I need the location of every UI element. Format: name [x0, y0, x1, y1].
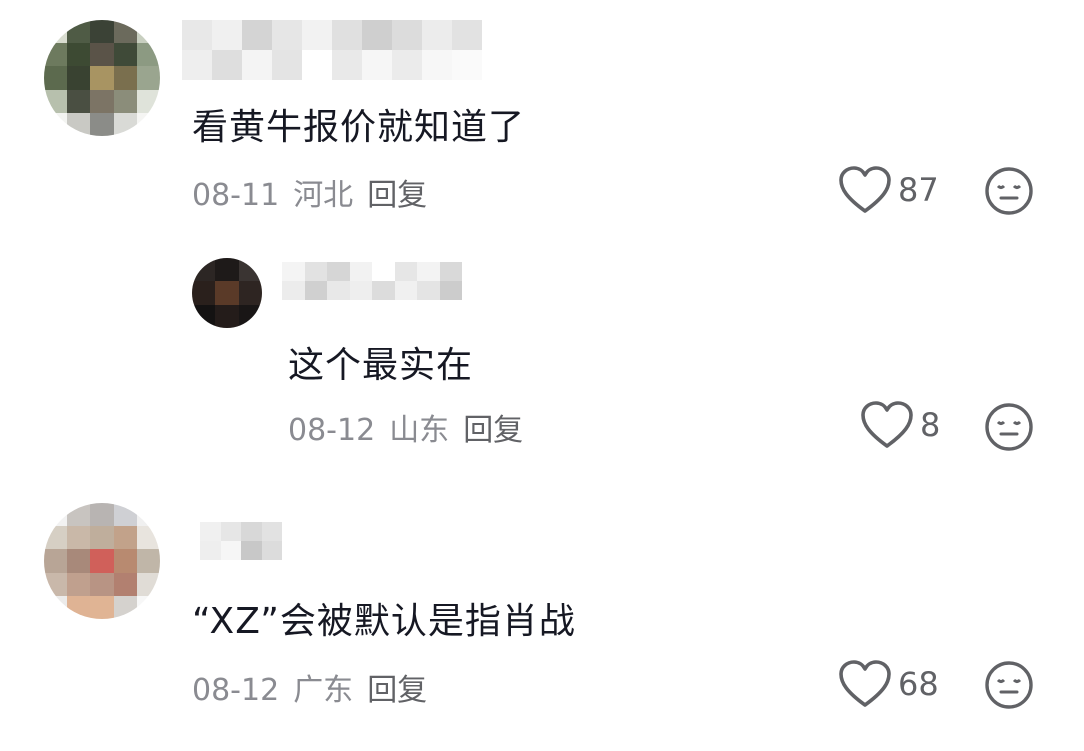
avatar-mosaic — [44, 20, 160, 136]
comment-meta: 08-12 广东 回复 — [192, 665, 427, 709]
meh-face-icon — [984, 402, 1034, 452]
like-count: 87 — [898, 171, 939, 209]
comment-text: “XZ”会被默认是指肖战 — [192, 601, 576, 642]
comment-text: 这个最实在 — [288, 345, 474, 386]
avatar-mosaic — [44, 503, 160, 619]
heart-outline-icon — [838, 659, 892, 709]
reply-button[interactable]: 回复 — [463, 413, 523, 448]
dislike-button[interactable] — [984, 660, 1034, 710]
avatar-mosaic — [192, 258, 262, 328]
heart-outline-icon — [860, 400, 914, 450]
comment-location: 河北 — [293, 178, 354, 213]
comment-date: 08-11 — [192, 178, 280, 213]
comment-text: 看黄牛报价就知道了 — [192, 107, 526, 148]
comment-date: 08-12 — [288, 413, 376, 448]
comment-meta: 08-12 山东 回复 — [288, 405, 523, 449]
like-button[interactable]: 68 — [838, 659, 939, 709]
reply-button[interactable]: 回复 — [367, 178, 427, 213]
comment-date: 08-12 — [192, 673, 280, 708]
like-count: 68 — [898, 665, 939, 703]
comment-location: 广东 — [293, 673, 354, 708]
like-button[interactable]: 8 — [860, 400, 940, 450]
dislike-button[interactable] — [984, 402, 1034, 452]
heart-outline-icon — [838, 165, 892, 215]
comment-location: 山东 — [389, 413, 450, 448]
username-mosaic[interactable] — [182, 20, 482, 80]
like-button[interactable]: 87 — [838, 165, 939, 215]
meh-face-icon — [984, 660, 1034, 710]
avatar[interactable] — [44, 20, 160, 136]
dislike-button[interactable] — [984, 166, 1034, 216]
avatar[interactable] — [44, 503, 160, 619]
reply-button[interactable]: 回复 — [367, 673, 427, 708]
meh-face-icon — [984, 166, 1034, 216]
username-mosaic[interactable] — [200, 522, 282, 560]
like-count: 8 — [920, 406, 941, 444]
comment-meta: 08-11 河北 回复 — [192, 170, 427, 214]
avatar[interactable] — [192, 258, 262, 328]
username-mosaic[interactable] — [282, 262, 462, 300]
